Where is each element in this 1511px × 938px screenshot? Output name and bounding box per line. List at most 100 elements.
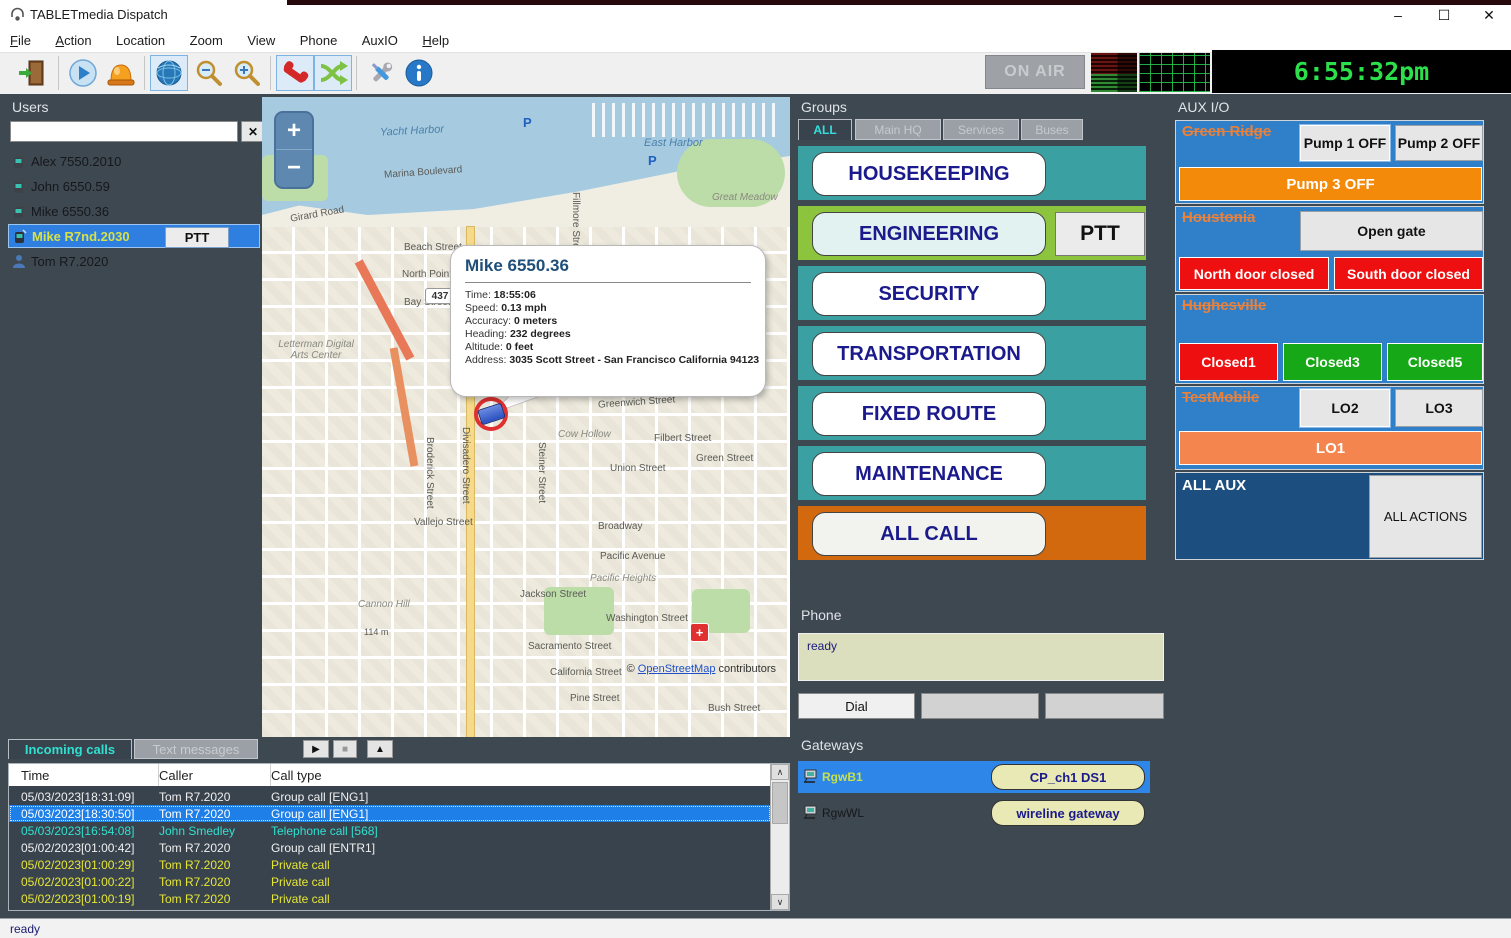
map-label: Union Street xyxy=(610,463,666,474)
menu-item-file[interactable]: File xyxy=(0,30,41,51)
column-call-type: Call type xyxy=(271,764,771,786)
aux-site-label: TestMobile xyxy=(1182,389,1259,406)
aux-button-wide[interactable]: LO1 xyxy=(1179,431,1482,465)
attribution-prefix: © xyxy=(627,663,635,675)
tab-incoming-calls[interactable]: Incoming calls xyxy=(8,739,132,759)
aux-button-alarm[interactable]: North door closed xyxy=(1179,257,1329,290)
phone-blank-button[interactable] xyxy=(1045,693,1164,719)
group-call-button[interactable]: HOUSEKEEPING xyxy=(812,152,1046,196)
parking-icon: P xyxy=(523,115,532,130)
exit-door-icon xyxy=(18,58,48,88)
user-list-item[interactable]: Alex 7550.2010 xyxy=(8,149,260,173)
call-row[interactable]: 05/02/2023[01:00:29]Tom R7.2020Private c… xyxy=(9,856,771,873)
aux-button[interactable]: Pump 2 OFF xyxy=(1395,125,1483,161)
map-canvas[interactable]: Yacht Harbor East Harbor P P Marina Boul… xyxy=(262,97,790,737)
aux-button[interactable]: LO2 xyxy=(1300,389,1390,427)
hospital-marker: + xyxy=(690,623,709,642)
aux-button[interactable]: Pump 1 OFF xyxy=(1300,125,1390,161)
group-row: TRANSPORTATION xyxy=(798,326,1146,380)
tab-services[interactable]: Services xyxy=(943,119,1019,140)
gateway-row[interactable]: RgwWL wireline gateway xyxy=(798,797,1150,829)
map-label: Bush Street xyxy=(708,703,760,714)
call-row[interactable]: 05/02/2023[01:00:42]Tom R7.2020Group cal… xyxy=(9,839,771,856)
map-toggle-button[interactable] xyxy=(150,55,188,91)
map-label: Steiner Street xyxy=(536,442,547,503)
group-call-button[interactable]: MAINTENANCE xyxy=(812,452,1046,496)
menu-item-action[interactable]: Action xyxy=(45,30,101,51)
alert-siren-button[interactable] xyxy=(102,55,140,91)
scroll-up-arrow[interactable]: ∧ xyxy=(771,764,789,780)
menu-item-location[interactable]: Location xyxy=(106,30,175,51)
aux-button-alarm[interactable]: South door closed xyxy=(1334,257,1483,290)
clock: 6:55:32pm xyxy=(1294,57,1429,86)
call-row[interactable]: 05/02/2023[01:00:19]Tom R7.2020Private c… xyxy=(9,890,771,907)
menu-item-view[interactable]: View xyxy=(237,30,285,51)
all-call-button[interactable]: ALL CALL xyxy=(812,512,1046,556)
scrollbar[interactable]: ∧ ∨ xyxy=(770,764,789,910)
user-ptt-button[interactable]: PTT xyxy=(165,227,229,248)
map-zoom-in-button[interactable]: + xyxy=(276,113,312,150)
attribution-suffix: contributors xyxy=(719,663,776,675)
group-call-button[interactable]: SECURITY xyxy=(812,272,1046,316)
openstreetmap-link[interactable]: OpenStreetMap xyxy=(638,663,716,675)
group-row: MAINTENANCE xyxy=(798,446,1146,500)
popup-field-value: 3035 Scott Street - San Francisco Califo… xyxy=(509,354,759,366)
stop-recording-button[interactable]: ■ xyxy=(333,740,357,758)
phone-blank-button[interactable] xyxy=(921,693,1039,719)
user-list-item-selected[interactable]: Mike R7nd.2030 PTT xyxy=(8,224,260,248)
group-call-button[interactable]: FIXED ROUTE xyxy=(812,392,1046,436)
scroll-down-arrow[interactable]: ∨ xyxy=(771,894,789,910)
person-icon xyxy=(12,254,26,269)
user-list-item[interactable]: Mike 6550.36 xyxy=(8,199,260,223)
map-label: Jackson Street xyxy=(520,589,586,600)
menu-item-phone[interactable]: Phone xyxy=(290,30,348,51)
scroll-top-button[interactable]: ▲ xyxy=(367,740,393,758)
map-label: Pacific Heights xyxy=(590,573,656,584)
all-actions-button[interactable]: ALL ACTIONS xyxy=(1369,475,1482,558)
patch-toggle-button[interactable] xyxy=(314,55,352,91)
call-row[interactable]: 05/03/2023[18:31:09]Tom R7.2020Group cal… xyxy=(9,788,771,805)
user-search-input[interactable] xyxy=(10,121,238,142)
users-panel: Users ✕ Alex 7550.2010 John 6550.59 Mike… xyxy=(8,97,260,737)
phone-toggle-button[interactable] xyxy=(276,55,314,91)
gateway-button[interactable]: wireline gateway xyxy=(991,800,1145,826)
user-list-item[interactable]: Tom R7.2020 xyxy=(8,249,260,273)
group-call-button[interactable]: TRANSPORTATION xyxy=(812,332,1046,376)
group-call-button[interactable]: ENGINEERING xyxy=(812,212,1046,256)
map-attribution: © OpenStreetMap contributors xyxy=(627,663,776,675)
gateway-button[interactable]: CP_ch1 DS1 xyxy=(991,764,1145,790)
tab-text-messages[interactable]: Text messages xyxy=(134,739,258,759)
menu-item-help[interactable]: Help xyxy=(412,30,459,51)
window-top-border xyxy=(287,0,1511,5)
menu-item-zoom[interactable]: Zoom xyxy=(180,30,233,51)
zoom-out-button[interactable] xyxy=(190,55,228,91)
aux-button-ok[interactable]: Closed5 xyxy=(1387,343,1483,381)
tab-all[interactable]: ALL xyxy=(798,119,852,140)
aux-button[interactable]: Open gate xyxy=(1300,211,1483,251)
gateway-row-selected[interactable]: RgwB1 CP_ch1 DS1 xyxy=(798,761,1150,793)
info-button[interactable] xyxy=(400,55,438,91)
settings-button[interactable] xyxy=(362,55,400,91)
call-row-selected[interactable]: 05/03/2023[18:30:50]Tom R7.2020Group cal… xyxy=(9,805,771,822)
play-button[interactable] xyxy=(64,55,102,91)
tab-main-hq[interactable]: Main HQ xyxy=(855,119,941,140)
tab-buses[interactable]: Buses xyxy=(1021,119,1083,140)
aux-button-wide[interactable]: Pump 3 OFF xyxy=(1179,167,1482,201)
map-zoom-out-button[interactable]: − xyxy=(276,150,312,186)
scope-display xyxy=(1139,53,1210,92)
call-row[interactable]: 05/02/2023[01:00:22]Tom R7.2020Private c… xyxy=(9,873,771,890)
menu-item-auxio[interactable]: AuxIO xyxy=(352,30,408,51)
call-row[interactable]: 05/03/2023[16:54:08]John SmedleyTelephon… xyxy=(9,822,771,839)
zoom-in-button[interactable] xyxy=(228,55,266,91)
user-list-item[interactable]: John 6550.59 xyxy=(8,174,260,198)
group-ptt-button[interactable]: PTT xyxy=(1055,212,1145,256)
map-label: Washington Street xyxy=(606,613,688,624)
exit-button[interactable] xyxy=(14,55,52,91)
play-recording-button[interactable]: ▶ xyxy=(303,740,329,758)
scrollbar-thumb[interactable] xyxy=(772,782,788,824)
aux-button-alarm[interactable]: Closed1 xyxy=(1179,343,1278,381)
dial-button[interactable]: Dial xyxy=(798,693,915,719)
toolbar-separator xyxy=(270,56,271,90)
aux-button[interactable]: LO3 xyxy=(1395,389,1483,427)
aux-button-ok[interactable]: Closed3 xyxy=(1283,343,1382,381)
